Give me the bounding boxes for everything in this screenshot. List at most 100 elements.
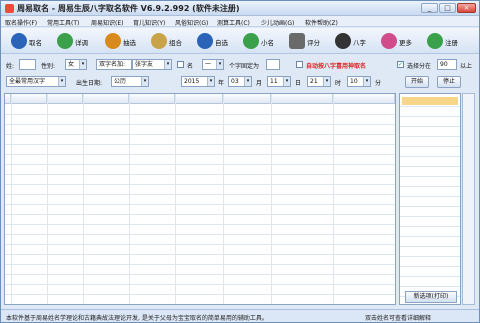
list-row-line xyxy=(400,216,460,217)
grid-row-line xyxy=(5,174,395,175)
gender-select[interactable]: 女 ▾ xyxy=(65,59,87,70)
toolbar-label: 取名 xyxy=(29,39,42,47)
app-icon xyxy=(5,4,14,13)
menu-zhouyi[interactable]: 周易知识(E) xyxy=(91,18,123,27)
toolbar: 取名 详调 抽选 组合 自选 小名 评分 八字 更多 注册 xyxy=(1,28,479,54)
status-right-text: 双击姓名可查看详细解释 xyxy=(365,315,432,322)
menu-customs[interactable]: 风俗知识(G) xyxy=(175,18,208,27)
more-icon xyxy=(381,33,397,49)
title-bar: 周易取名 - 周易生辰八字取名软件 V6.9.2.992 (软件未注册) _ □… xyxy=(1,1,479,16)
list-row-line xyxy=(400,186,460,187)
grid-row-line xyxy=(5,154,395,155)
menu-cartoon[interactable]: 少儿动画(G) xyxy=(261,18,294,27)
close-button[interactable]: × xyxy=(457,3,476,13)
window-title: 周易取名 - 周易生辰八字取名软件 V6.9.2.992 (软件未注册) xyxy=(17,4,240,13)
chevron-down-icon: ▾ xyxy=(216,60,223,69)
auto-bazi-checkbox[interactable] xyxy=(296,61,303,68)
grid-col-line xyxy=(11,94,12,304)
options-row-1: 姓: 性别: 女 ▾ 双字名加: 张字友 ▾ 名 一 ▾ 个字固定为 自动按八字… xyxy=(1,58,479,73)
menu-bar: 取名操作(F) 常用工具(T) 周易知识(E) 育儿知识(Y) 风俗知识(G) … xyxy=(1,16,479,27)
menu-help[interactable]: 软件帮助(Z) xyxy=(305,18,338,27)
list-row-line xyxy=(400,286,460,287)
fixed-char-checkbox[interactable] xyxy=(177,61,184,68)
day-value: 11 xyxy=(270,78,278,85)
toolbar-label: 八字 xyxy=(353,39,366,47)
calendar-select[interactable]: 公历 ▾ xyxy=(111,76,149,87)
fixed-char-input[interactable] xyxy=(266,59,280,70)
fixed-pos-select[interactable]: 一 ▾ xyxy=(202,59,224,70)
selected-names-list[interactable] xyxy=(399,93,461,305)
maximize-button[interactable]: □ xyxy=(439,3,456,13)
bazi-icon xyxy=(335,33,351,49)
list-row-line xyxy=(400,126,460,127)
status-bar: 本软件基于周易姓名学理论和古籍典故法理论开发, 是关于父母为宝宝取名的简单易用的… xyxy=(1,309,479,322)
year-select[interactable]: 2015 ▾ xyxy=(181,76,215,87)
fixed-pos-value: 一 xyxy=(205,61,212,68)
combine-icon xyxy=(151,33,167,49)
grid-col-line xyxy=(333,94,334,304)
menu-naming[interactable]: 取名操作(F) xyxy=(5,18,37,27)
day-select[interactable]: 11 ▾ xyxy=(267,76,291,87)
selected-row-highlight xyxy=(402,97,458,105)
vertical-scrollbar[interactable] xyxy=(462,93,475,305)
birth-date-label: 出生日期: xyxy=(76,80,103,87)
select-icon xyxy=(105,33,121,49)
grid-row-line xyxy=(5,214,395,215)
grid-row-line xyxy=(5,134,395,135)
charset-select[interactable]: 全最常用汉字 ▾ xyxy=(6,76,66,87)
month-select[interactable]: 03 ▾ xyxy=(228,76,252,87)
grid-row-line xyxy=(5,264,395,265)
name-mode-select[interactable]: 张字友 ▾ xyxy=(132,59,172,70)
toolbar-label: 更多 xyxy=(399,39,412,47)
grid-header-cell xyxy=(271,94,333,104)
menu-tools[interactable]: 常用工具(T) xyxy=(47,18,79,27)
grid-row-line xyxy=(5,204,395,205)
chevron-down-icon: ▾ xyxy=(141,77,148,86)
grid-header-cell xyxy=(333,94,395,104)
grid-row-line xyxy=(5,244,395,245)
day-unit: 日 xyxy=(295,80,302,87)
menu-parenting[interactable]: 育儿知识(Y) xyxy=(133,18,165,27)
list-row-line xyxy=(400,156,460,157)
chevron-down-icon: ▾ xyxy=(323,77,330,86)
chevron-down-icon: ▾ xyxy=(244,77,251,86)
person-icon xyxy=(11,33,27,49)
minute-select[interactable]: 10 ▾ xyxy=(347,76,371,87)
month-value: 03 xyxy=(231,78,239,85)
surname-input[interactable] xyxy=(19,59,36,70)
menu-calc[interactable]: 测算工具(C) xyxy=(217,18,250,27)
status-left-text: 本软件基于周易姓名学理论和古籍典故法理论开发, 是关于父母为宝宝取名的简单易用的… xyxy=(6,315,268,322)
hour-value: 21 xyxy=(310,78,318,85)
surname-label: 姓: xyxy=(6,63,15,70)
name-type-value: 双字名加: xyxy=(99,61,126,68)
minimize-button[interactable]: _ xyxy=(421,3,438,13)
hour-select[interactable]: 21 ▾ xyxy=(307,76,331,87)
chevron-down-icon: ▾ xyxy=(58,77,65,86)
name-results-grid[interactable] xyxy=(4,93,396,305)
stop-button[interactable]: 停止 xyxy=(437,76,461,88)
grid-row-line xyxy=(5,194,395,195)
toolbar-label: 组合 xyxy=(169,39,182,47)
chevron-down-icon: ▾ xyxy=(164,60,171,69)
name-mode-value: 张字友 xyxy=(135,61,154,68)
list-row-line xyxy=(400,236,460,237)
name-type-select[interactable]: 双字名加: xyxy=(96,59,132,70)
start-button[interactable]: 开始 xyxy=(405,76,429,88)
grid-row-line xyxy=(5,144,395,145)
grid-row-line xyxy=(5,254,395,255)
list-row-line xyxy=(400,116,460,117)
hour-unit: 时 xyxy=(335,80,342,87)
fixed-char-label: 名 xyxy=(187,63,194,70)
list-row-line xyxy=(400,106,460,107)
app-window: 周易取名 - 周易生辰八字取名软件 V6.9.2.992 (软件未注册) _ □… xyxy=(0,0,480,323)
detail-icon xyxy=(57,33,73,49)
score-input[interactable]: 90 xyxy=(437,59,457,70)
score-label: 选择分在 xyxy=(407,63,432,70)
new-option-button[interactable]: 新选项(打印) xyxy=(405,291,457,303)
grid-row-line xyxy=(5,294,395,295)
grid-row-line xyxy=(5,234,395,235)
gender-value: 女 xyxy=(68,61,75,68)
minute-unit: 分 xyxy=(375,80,382,87)
score-icon xyxy=(289,33,305,49)
score-checkbox[interactable]: ✓ xyxy=(397,61,404,68)
